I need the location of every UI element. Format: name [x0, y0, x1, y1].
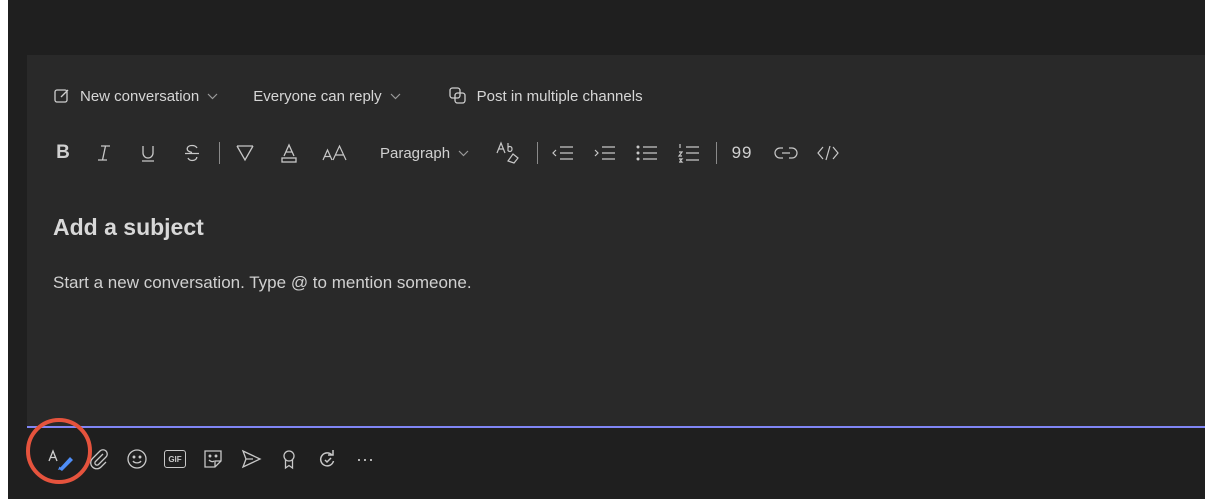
numbered-list-icon [677, 144, 700, 163]
format-toolbar: B Paragraph 99 [53, 139, 841, 167]
send-icon [241, 449, 262, 469]
loop-icon [319, 450, 335, 467]
highlight-button[interactable] [232, 139, 258, 167]
toolbar-divider [716, 142, 718, 164]
praise-button[interactable] [272, 442, 306, 476]
post-multiple-label: Post in multiple channels [476, 87, 643, 105]
toolbar-divider [537, 142, 539, 164]
compose-icon [54, 89, 69, 103]
link-icon [774, 147, 798, 159]
window-edge [0, 0, 8, 499]
more-options-button[interactable]: ··· [348, 442, 382, 476]
teams-app: New conversation Everyone can reply Post… [0, 0, 1205, 499]
ribbon-icon [283, 450, 295, 470]
toolbar-divider [219, 142, 220, 164]
highlight-circle [26, 418, 92, 484]
increase-indent-icon [594, 146, 616, 160]
paragraph-label: Paragraph [380, 144, 451, 162]
bulleted-list-icon [636, 145, 658, 161]
decrease-indent-button[interactable] [550, 139, 576, 167]
gif-button[interactable]: GIF [158, 442, 192, 476]
bold-button[interactable]: B [53, 139, 73, 167]
underline-icon [142, 146, 154, 162]
multiple-channels-icon [448, 87, 466, 104]
numbered-list-button[interactable] [676, 139, 702, 167]
message-actions-toolbar: GIF ··· [44, 442, 386, 476]
increase-indent-button[interactable] [592, 139, 618, 167]
new-conversation-label: New conversation [80, 87, 200, 105]
italic-icon [98, 145, 110, 161]
paragraph-dropdown[interactable]: Paragraph [380, 139, 469, 167]
underline-button[interactable] [135, 139, 161, 167]
strikethrough-icon [185, 144, 199, 162]
font-color-button[interactable] [276, 139, 302, 167]
clear-formatting-icon [496, 141, 519, 164]
new-conversation-dropdown[interactable]: New conversation [53, 87, 227, 105]
reply-setting-label: Everyone can reply [253, 87, 382, 105]
chevron-down-icon [390, 93, 401, 99]
font-size-icon [322, 144, 347, 161]
smiley-icon [127, 449, 147, 469]
clear-formatting-button[interactable] [493, 139, 523, 167]
header-strip [8, 0, 1205, 54]
chevron-down-icon [458, 150, 469, 156]
gif-label: GIF [168, 454, 182, 464]
insert-link-button[interactable] [773, 139, 799, 167]
highlighter-icon [236, 145, 254, 162]
code-icon [817, 145, 839, 161]
message-body-input[interactable]: Start a new conversation. Type @ to ment… [53, 273, 472, 293]
sticker-icon [204, 450, 222, 468]
loop-component-button[interactable] [310, 442, 344, 476]
chevron-down-icon [207, 93, 218, 99]
decrease-indent-icon [552, 146, 574, 160]
quote-button[interactable]: 99 [729, 139, 755, 167]
sticker-button[interactable] [196, 442, 230, 476]
strikethrough-button[interactable] [179, 139, 205, 167]
font-color-icon [281, 143, 297, 163]
compose-options-row: New conversation Everyone can reply Post… [53, 84, 669, 108]
bulleted-list-button[interactable] [634, 139, 660, 167]
post-multiple-channels-button[interactable]: Post in multiple channels [448, 86, 643, 106]
emoji-button[interactable] [120, 442, 154, 476]
subject-input[interactable]: Add a subject [53, 214, 204, 241]
italic-button[interactable] [91, 139, 117, 167]
code-snippet-button[interactable] [815, 139, 841, 167]
schedule-meeting-button[interactable] [234, 442, 268, 476]
reply-setting-dropdown[interactable]: Everyone can reply [253, 88, 409, 105]
gif-icon: GIF [164, 450, 186, 468]
font-size-button[interactable] [320, 139, 350, 167]
